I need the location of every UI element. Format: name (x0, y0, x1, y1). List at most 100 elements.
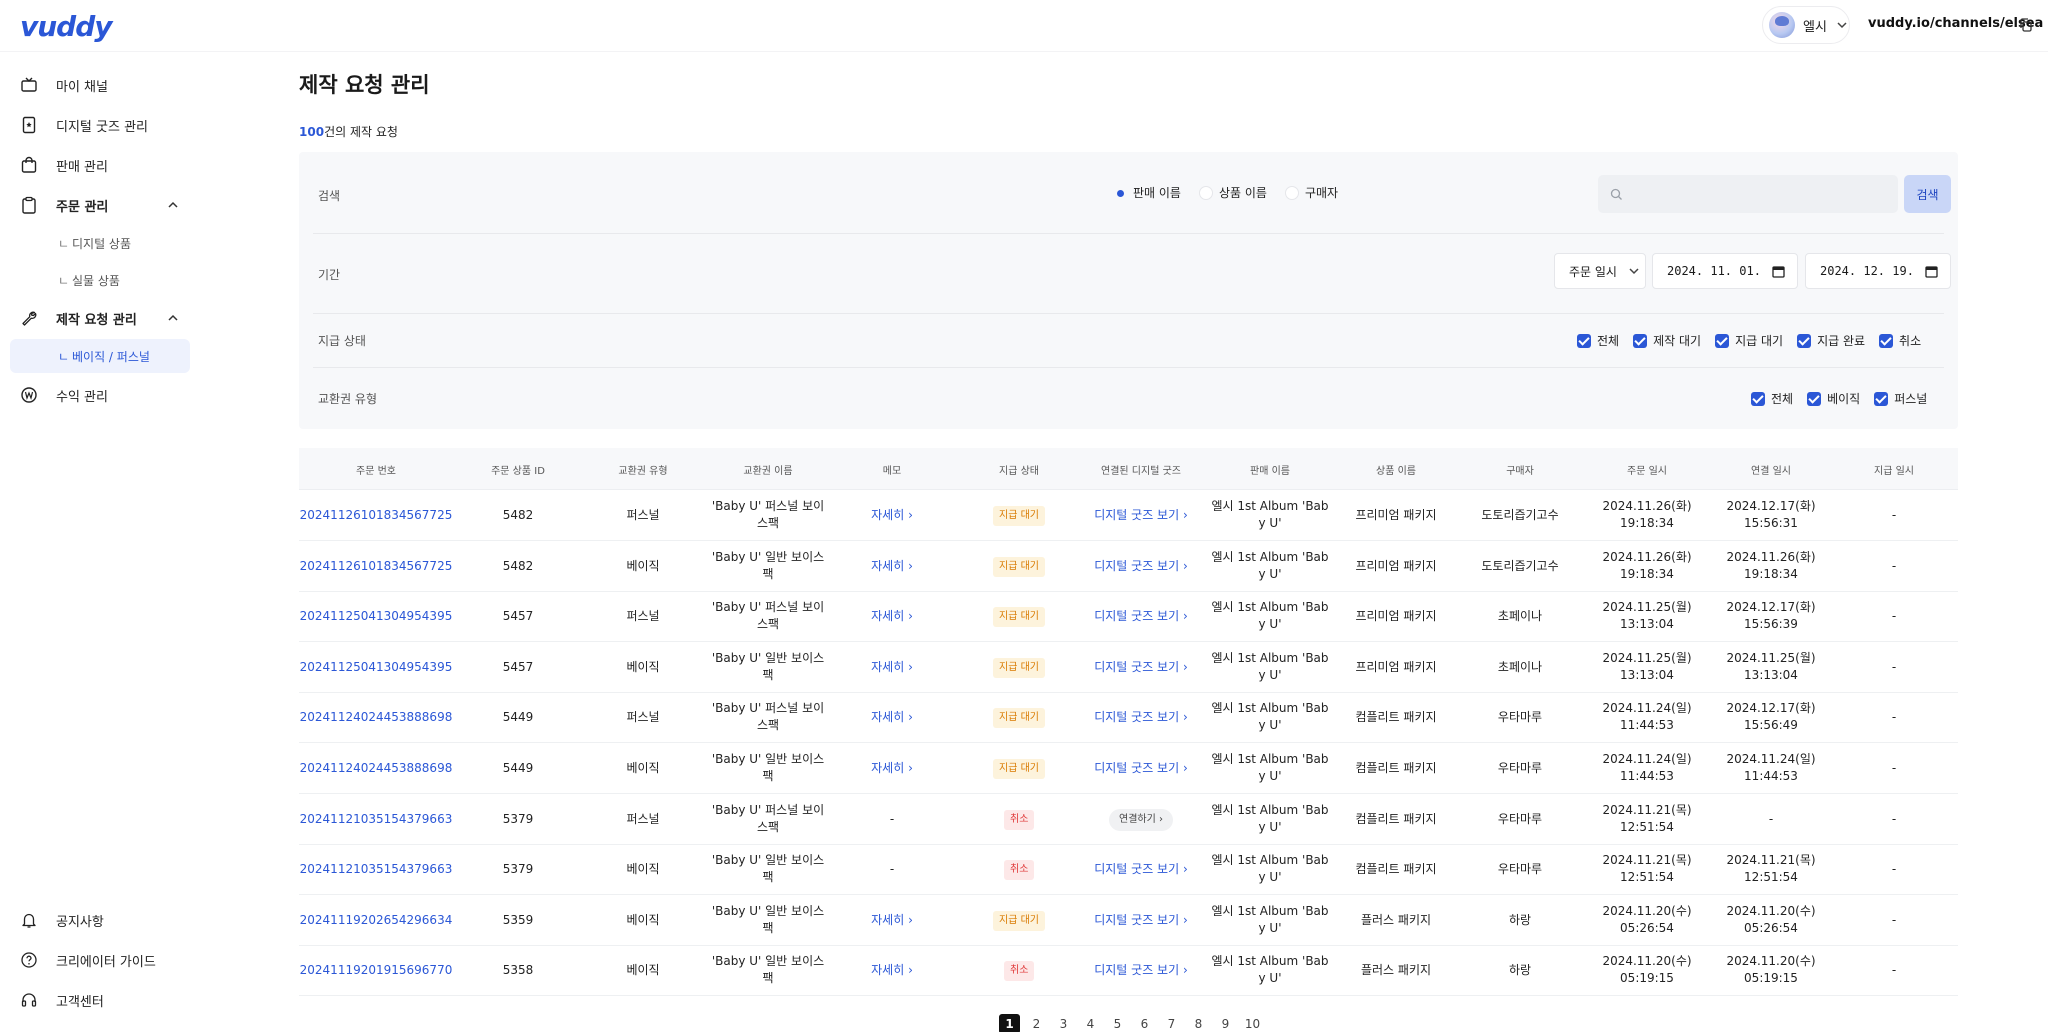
order-number-link[interactable]: 20241124024453888698 (286, 760, 466, 777)
page-4-button[interactable]: 4 (1080, 1014, 1101, 1032)
headset-icon (21, 993, 37, 1007)
copy-icon[interactable] (2018, 17, 2034, 33)
order-product-id: 5449 (502, 710, 534, 725)
page-9-button[interactable]: 9 (1215, 1014, 1236, 1032)
view-digital-goods-link[interactable]: 디지털 굿즈 보기 › (1066, 709, 1216, 726)
table-row: 20241124024453888698 5449 베이직 'Baby U' 일반 보… (299, 743, 1958, 794)
view-digital-goods-link[interactable]: 디지털 굿즈 보기 › (1066, 760, 1216, 777)
filter-label-ticket-type: 교환권 유형 (318, 392, 378, 406)
memo-detail-link[interactable]: 자세히 › (852, 608, 932, 625)
checkbox-pay-waiting[interactable]: 지급 대기 (1715, 332, 1783, 349)
order-number-link[interactable]: 20241119201915696770 (286, 962, 466, 979)
checkbox-pay-complete[interactable]: 지급 완료 (1797, 332, 1865, 349)
column-header: 주문 상품 ID (491, 466, 545, 477)
sidebar-item-label: 실물 상품 (72, 273, 120, 288)
connect-datetime-line2: 15:56:39 (1744, 617, 1798, 632)
ticket-name-line1: 'Baby U' 퍼스널 보이 (711, 600, 825, 615)
sale-name-line1: 엘시 1st Album 'Bab (1211, 549, 1329, 564)
order-number-link[interactable]: 20241124024453888698 (286, 709, 466, 726)
checkbox-ticket-basic[interactable]: 베이직 (1807, 390, 1860, 407)
ticket-name-line1: 'Baby U' 일반 보이스 (711, 752, 825, 766)
order-number-link[interactable]: 20241125041304954395 (286, 659, 466, 676)
memo-detail-link[interactable]: 자세히 › (852, 912, 932, 929)
checkbox-label: 지급 대기 (1735, 334, 1784, 348)
memo-detail-link[interactable]: 자세히 › (852, 659, 932, 676)
checkbox-production-waiting[interactable]: 제작 대기 (1633, 332, 1701, 349)
order-number-link[interactable]: 20241119202654296634 (286, 912, 466, 929)
order-number-link[interactable]: 20241126101834567725 (286, 507, 466, 524)
order-number-link[interactable]: 20241126101834567725 (286, 558, 466, 575)
sidebar-item-support[interactable]: 고객센터 (10, 982, 190, 1018)
checkbox-label: 베이직 (1827, 392, 1861, 406)
checkbox-cancelled[interactable]: 취소 (1879, 332, 1921, 349)
order-product-id: 5457 (502, 659, 534, 674)
sidebar-item-revenue[interactable]: 수익 관리 (10, 377, 190, 413)
status-badge: 취소 (1004, 860, 1035, 881)
sidebar-item-creator-guide[interactable]: 크리에이터 가이드 (10, 942, 190, 978)
chevron-right-icon: › (1179, 912, 1188, 927)
checkbox-ticket-all[interactable]: 전체 (1751, 390, 1793, 407)
sidebar-item-label: 디지털 상품 (72, 236, 132, 251)
page-5-button[interactable]: 5 (1107, 1014, 1128, 1032)
order-number-link[interactable]: 20241121035154379663 (286, 811, 466, 828)
ticket-type: 퍼스널 (626, 811, 660, 826)
checkbox-label: 퍼스널 (1894, 392, 1928, 406)
status-badge: 지급 대기 (993, 607, 1045, 628)
sidebar-item-notices[interactable]: 공지사항 (10, 902, 190, 938)
table-row: 20241125041304954395 5457 베이직 'Baby U' 일반 보… (299, 642, 1958, 693)
page-3-button[interactable]: 3 (1053, 1014, 1074, 1032)
user-menu-button[interactable]: 엘시 (1762, 6, 1850, 44)
buyer-name: 도토리즙기고수 (1481, 508, 1559, 522)
order-number-link[interactable]: 20241125041304954395 (286, 608, 466, 625)
sidebar-subitem-basic-personal[interactable]: ㄴ 베이직 / 퍼스널 (10, 339, 190, 373)
sale-name-line1: 엘시 1st Album 'Bab (1211, 701, 1329, 716)
memo-detail-link[interactable]: 자세히 › (852, 962, 932, 979)
page-2-button[interactable]: 2 (1026, 1014, 1047, 1032)
sidebar-subitem-physical-products[interactable]: ㄴ 실물 상품 (10, 263, 190, 297)
order-number-link[interactable]: 20241121035154379663 (286, 861, 466, 878)
page-1-button[interactable]: 1 (999, 1014, 1020, 1032)
buyer-name: 도토리즙기고수 (1481, 558, 1559, 573)
ticket-type: 퍼스널 (626, 609, 660, 624)
page-7-button[interactable]: 7 (1161, 1014, 1182, 1032)
page-8-button[interactable]: 8 (1188, 1014, 1209, 1032)
sidebar-item-digital-goods[interactable]: 디지털 굿즈 관리 (10, 107, 190, 143)
order-datetime-line1: 2024.11.26(화) (1602, 499, 1692, 513)
view-digital-goods-link[interactable]: 디지털 굿즈 보기 › (1066, 558, 1216, 575)
view-digital-goods-link[interactable]: 디지털 굿즈 보기 › (1066, 861, 1216, 878)
sidebar-item-sales[interactable]: 판매 관리 (10, 147, 190, 183)
sale-name-line1: 엘시 1st Album 'Bab (1211, 903, 1329, 918)
chevron-right-icon: › (904, 963, 913, 978)
chevron-right-icon: › (904, 659, 913, 674)
view-digital-goods-link[interactable]: 디지털 굿즈 보기 › (1066, 608, 1216, 625)
checkbox-pay-all[interactable]: 전체 (1577, 332, 1619, 349)
status-badge: 취소 (1004, 809, 1035, 830)
memo-detail-link[interactable]: 자세히 › (852, 507, 932, 524)
memo-detail-link[interactable]: 자세히 › (852, 709, 932, 726)
view-digital-goods-label: 디지털 굿즈 보기 (1094, 659, 1180, 674)
page-10-button[interactable]: 10 (1242, 1014, 1263, 1032)
view-digital-goods-link[interactable]: 디지털 굿즈 보기 › (1066, 962, 1216, 979)
sidebar-item-production-requests[interactable]: 제작 요청 관리 (10, 300, 190, 336)
table-row: 20241121035154379663 5379 베이직 'Baby U' 일반 보… (299, 844, 1958, 896)
column-header: 지급 상태 (999, 466, 1039, 477)
view-digital-goods-link[interactable]: 디지털 굿즈 보기 › (1066, 659, 1216, 676)
buyer-name: 우타마루 (1497, 862, 1543, 877)
view-digital-goods-link[interactable]: 디지털 굿즈 보기 › (1066, 912, 1216, 929)
page-6-button[interactable]: 6 (1134, 1014, 1155, 1032)
sidebar-item-my-channel[interactable]: 마이 채널 (10, 67, 190, 103)
sidebar-subitem-digital-products[interactable]: ㄴ 디지털 상품 (10, 226, 190, 260)
vuddy-logo[interactable]: vuddy (20, 10, 113, 43)
memo-detail-link[interactable]: 자세히 › (852, 558, 932, 575)
view-digital-goods-label: 디지털 굿즈 보기 (1094, 761, 1180, 775)
view-digital-goods-link[interactable]: 디지털 굿즈 보기 › (1066, 507, 1216, 524)
ticket-name-line1: 'Baby U' 일반 보이스 (711, 954, 825, 969)
connect-datetime-line1: 2024.11.20(수) (1726, 954, 1816, 969)
sidebar-item-orders[interactable]: 주문 관리 (10, 187, 190, 223)
checkbox-ticket-personal[interactable]: 퍼스널 (1874, 390, 1927, 407)
memo-detail-link[interactable]: 자세히 › (852, 760, 932, 777)
connect-button[interactable]: 연결하기 › (1109, 808, 1173, 831)
ticket-name: 'Baby U' 일반 보이스 팩 (698, 549, 838, 583)
sale-name-line1: 엘시 1st Album 'Bab (1211, 600, 1329, 615)
order-product-id: 5482 (502, 558, 534, 573)
